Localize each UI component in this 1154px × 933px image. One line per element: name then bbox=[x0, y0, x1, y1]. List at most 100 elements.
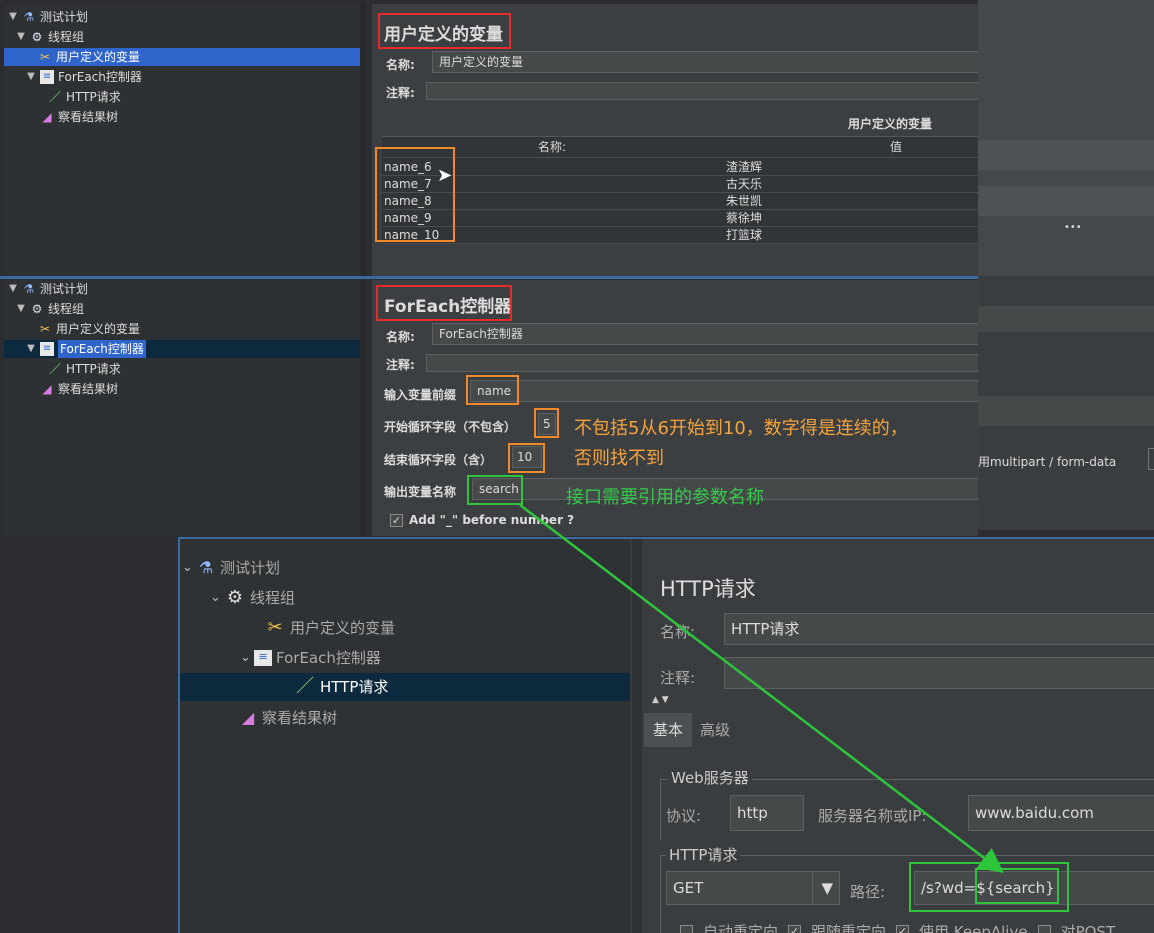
tree-item-foreach[interactable]: ▼ ≡ ForEach控制器 bbox=[4, 340, 360, 358]
tree-label: HTTP请求 bbox=[320, 678, 389, 696]
top-tree-panel: ▼ ⚗ 测试计划 ▼ ⚙ 线程组 ✂ 用户定义的变量 ▼ ≡ ForEach控制… bbox=[4, 4, 360, 276]
controller-icon: ≡ bbox=[254, 650, 272, 666]
highlight-end bbox=[508, 443, 545, 473]
cell-value[interactable]: 打篮球 bbox=[726, 227, 976, 244]
tree-label: HTTP请求 bbox=[66, 90, 121, 104]
http-request-legend: HTTP请求 bbox=[666, 844, 741, 865]
tree-label: 察看结果树 bbox=[262, 709, 338, 727]
mid-right-strip: 用multipart / form-data bbox=[978, 276, 1154, 530]
add-underscore-checkbox[interactable]: ✓ bbox=[390, 513, 403, 527]
method-value: GET bbox=[673, 879, 704, 897]
splitter[interactable] bbox=[361, 280, 365, 536]
name-input[interactable]: ForEach控制器 bbox=[432, 323, 978, 345]
tree-label: ForEach控制器 bbox=[58, 340, 146, 358]
chevron-down-icon[interactable]: ⌄ bbox=[210, 589, 221, 607]
comment-input[interactable] bbox=[426, 354, 978, 372]
cell-value[interactable]: 朱世凯 bbox=[726, 193, 976, 210]
keepalive-checkbox[interactable]: ✓ bbox=[896, 925, 910, 933]
tree-label: 线程组 bbox=[48, 302, 85, 316]
tab-basic[interactable]: 基本 bbox=[644, 713, 692, 747]
post-checkbox[interactable] bbox=[1037, 925, 1051, 933]
highlight-prefix bbox=[466, 375, 519, 405]
chevron-down-icon[interactable]: ⌄ bbox=[182, 559, 193, 577]
follow-redirect-checkbox[interactable]: ✓ bbox=[788, 925, 802, 933]
tree-item-http[interactable]: ／ HTTP请求 bbox=[48, 360, 121, 378]
tree-item-results[interactable]: ◢ 察看结果树 bbox=[40, 380, 118, 398]
col-header-value[interactable]: 值 bbox=[726, 139, 978, 156]
expand-arrow-icon[interactable]: ▼ bbox=[16, 300, 26, 318]
multipart-checkbox[interactable] bbox=[1148, 448, 1154, 470]
ellipsis-button[interactable]: ••• bbox=[1064, 222, 1082, 233]
expand-arrow-icon[interactable]: ▼ bbox=[26, 340, 36, 358]
tree-label: 测试计划 bbox=[40, 10, 89, 24]
strip-field bbox=[978, 306, 1154, 332]
table-title: 用户定义的变量 bbox=[848, 117, 933, 131]
cell-value[interactable]: 渣渣辉 bbox=[726, 159, 976, 176]
gear-icon: ⚙ bbox=[226, 587, 244, 608]
annotation-note: 不包括5从6开始到10，数字得是连续的， bbox=[574, 418, 908, 439]
name-label: 名称: bbox=[386, 58, 415, 72]
method-select[interactable]: GET ▼ bbox=[666, 871, 840, 905]
tree-item-test-plan[interactable]: ▼ ⚗ 测试计划 bbox=[8, 8, 88, 26]
name-label: 名称: bbox=[660, 623, 696, 641]
collapse-arrows-icon[interactable]: ▲ ▼ bbox=[652, 695, 669, 705]
expand-arrow-icon[interactable]: ▼ bbox=[16, 28, 26, 46]
chevron-down-icon[interactable]: ⌄ bbox=[240, 649, 251, 667]
server-label: 服务器名称或IP: bbox=[818, 807, 927, 825]
tree-label: 测试计划 bbox=[220, 559, 281, 577]
tree-item-results[interactable]: ◢ 察看结果树 bbox=[40, 108, 118, 126]
tree-item-thread-group[interactable]: ▼ ⚙ 线程组 bbox=[16, 28, 84, 46]
expand-arrow-icon[interactable]: ▼ bbox=[8, 280, 18, 298]
tree-item-test-plan[interactable]: ▼ ⚗ 测试计划 bbox=[8, 280, 88, 298]
tree-label: ForEach控制器 bbox=[276, 649, 381, 667]
pipette-icon: ／ bbox=[48, 362, 61, 376]
expand-arrow-icon[interactable]: ▼ bbox=[8, 8, 18, 26]
tree-item-foreach[interactable]: ▼ ≡ ForEach控制器 bbox=[26, 68, 142, 86]
gear-icon: ⚙ bbox=[31, 30, 43, 44]
highlight-var-names bbox=[375, 147, 455, 242]
tree-label: 用户定义的变量 bbox=[56, 50, 141, 64]
splitter[interactable] bbox=[361, 4, 365, 276]
cell-value[interactable]: 蔡徐坤 bbox=[726, 210, 976, 227]
comment-label: 注释: bbox=[386, 86, 415, 100]
comment-input[interactable] bbox=[724, 657, 1154, 689]
checkbox-row: 自动重定向 ✓ 跟随重定向 ✓ 使用 KeepAlive 对POST bbox=[680, 921, 1115, 933]
highlight-output bbox=[467, 475, 523, 505]
tree-label: ForEach控制器 bbox=[58, 70, 142, 84]
protocol-input[interactable]: http bbox=[730, 795, 804, 831]
highlight-title bbox=[378, 13, 511, 49]
auto-redirect-checkbox[interactable] bbox=[680, 925, 693, 933]
tab-advanced[interactable]: 高级 bbox=[700, 713, 730, 747]
tree-item-user-vars[interactable]: ✂ 用户定义的变量 bbox=[4, 48, 360, 66]
server-input[interactable]: www.baidu.com bbox=[968, 795, 1154, 831]
splitter[interactable] bbox=[630, 539, 632, 933]
tree-item-thread-group[interactable]: ⌄ ⚙ 线程组 bbox=[210, 587, 295, 609]
section-divider bbox=[0, 276, 978, 279]
follow-redirect-label: 跟随重定向 bbox=[811, 923, 887, 933]
tree-label: 线程组 bbox=[48, 30, 85, 44]
cell-value[interactable]: 古天乐 bbox=[726, 176, 976, 193]
tree-item-foreach[interactable]: ⌄ ≡ ForEach控制器 bbox=[240, 647, 381, 669]
vars-table: 名称: 值 name_6 渣渣辉 name_7 古天乐 name_8 朱世凯 name_9 蔡… bbox=[382, 136, 978, 244]
path-label: 路径: bbox=[850, 883, 886, 901]
prefix-input[interactable]: name bbox=[470, 380, 978, 402]
expand-arrow-icon[interactable]: ▼ bbox=[26, 68, 36, 86]
tree-item-user-vars[interactable]: ✂ 用户定义的变量 bbox=[38, 320, 140, 338]
tree-item-results[interactable]: ◢ 察看结果树 bbox=[238, 707, 337, 729]
post-label: 对POST bbox=[1060, 923, 1116, 933]
comment-input[interactable] bbox=[426, 82, 978, 100]
tree-item-test-plan[interactable]: ⌄ ⚗ 测试计划 bbox=[182, 557, 280, 579]
name-input[interactable]: HTTP请求 bbox=[724, 613, 1154, 645]
mouse-cursor-icon: ➤ bbox=[437, 165, 453, 186]
flask-icon: ⚗ bbox=[23, 10, 35, 24]
controller-icon: ≡ bbox=[40, 70, 54, 84]
tree-item-user-vars[interactable]: ✂ 用户定义的变量 bbox=[264, 617, 395, 639]
tree-item-http[interactable]: ／ HTTP请求 bbox=[48, 88, 121, 106]
web-server-legend: Web服务器 bbox=[668, 767, 752, 788]
name-input[interactable]: 用户定义的变量 bbox=[432, 51, 978, 73]
chart-icon: ◢ bbox=[42, 110, 52, 124]
chevron-down-icon[interactable]: ▼ bbox=[812, 872, 833, 904]
tree-item-http[interactable]: ／ HTTP请求 bbox=[180, 673, 630, 701]
tree-item-thread-group[interactable]: ▼ ⚙ 线程组 bbox=[16, 300, 84, 318]
annotation-note: 否则找不到 bbox=[574, 448, 664, 469]
